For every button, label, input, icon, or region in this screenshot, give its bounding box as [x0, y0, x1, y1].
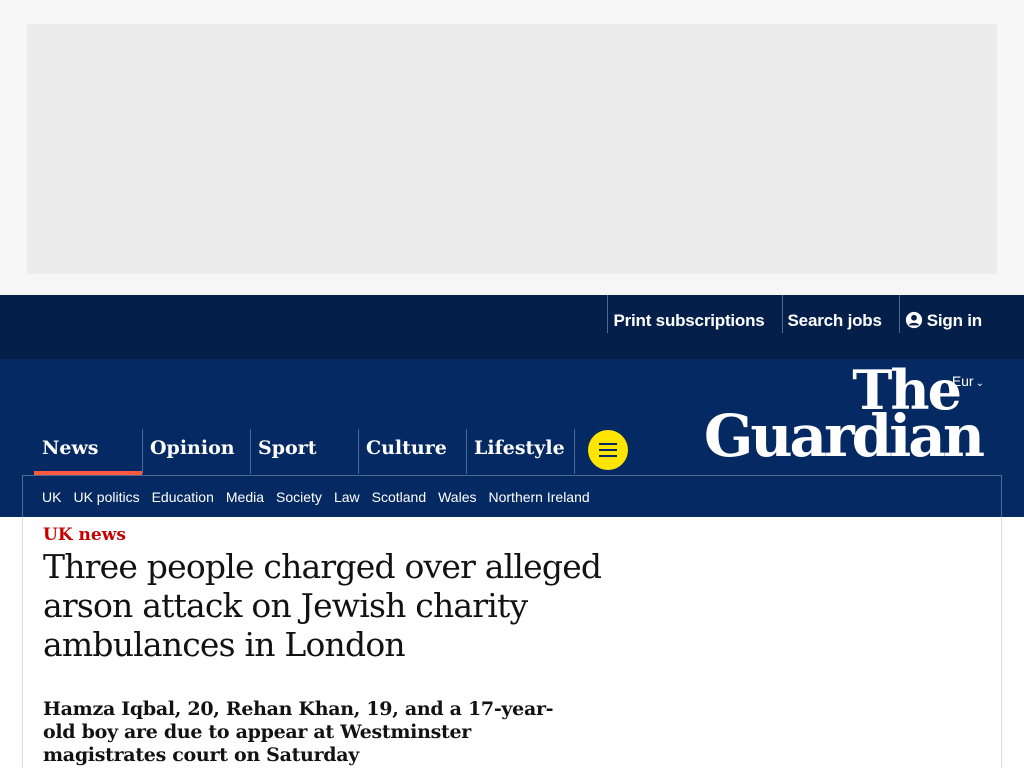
sign-in-link[interactable]: Sign in [898, 295, 1002, 333]
pillar-sport-label: Sport [258, 437, 317, 459]
pillar-news[interactable]: News [34, 429, 142, 475]
masthead: Eur ⌄ The Guardian News Opinion Sport Cul… [0, 359, 1024, 517]
top-bar: Print subscriptions Search jobs Sign in [0, 295, 1024, 359]
logo-line-2: Guardian [703, 402, 985, 470]
hamburger-icon [599, 441, 617, 459]
menu-button[interactable] [588, 430, 628, 470]
pillar-divider [574, 429, 576, 474]
pillar-news-label: News [42, 437, 99, 459]
pillar-opinion[interactable]: Opinion [142, 429, 250, 474]
ad-slot[interactable] [27, 24, 997, 274]
subnav-northern-ireland[interactable]: Northern Ireland [489, 489, 590, 505]
guardian-logo[interactable]: The Guardian [703, 363, 985, 470]
sign-in-label: Sign in [926, 311, 982, 330]
pillar-lifestyle[interactable]: Lifestyle [466, 429, 574, 474]
subnav: UK UK politics Education Media Society L… [22, 475, 1002, 517]
section-kicker[interactable]: UK news [43, 525, 126, 545]
article-standfirst: Hamza Iqbal, 20, Rehan Khan, 19, and a 1… [43, 698, 554, 766]
pillar-sport[interactable]: Sport [250, 429, 358, 474]
user-icon [905, 311, 922, 329]
article: UK news Three people charged over allege… [22, 517, 1002, 768]
search-jobs-link[interactable]: Search jobs [781, 295, 899, 333]
advertisement-area [0, 0, 1024, 295]
pillar-culture-label: Culture [366, 437, 447, 459]
pillar-lifestyle-label: Lifestyle [474, 437, 565, 459]
article-headline: Three people charged over alleged arson … [43, 547, 602, 664]
pillar-nav: News Opinion Sport Culture Lifestyle [34, 429, 576, 475]
subnav-wales[interactable]: Wales [438, 489, 476, 505]
pillar-culture[interactable]: Culture [358, 429, 466, 474]
print-subscriptions-link[interactable]: Print subscriptions [607, 295, 781, 333]
top-bar-links: Print subscriptions Search jobs Sign in [607, 295, 1002, 333]
pillar-opinion-label: Opinion [150, 437, 235, 459]
subnav-society[interactable]: Society [276, 489, 322, 505]
subnav-law[interactable]: Law [334, 489, 360, 505]
subnav-uk-politics[interactable]: UK politics [73, 489, 139, 505]
print-subscriptions-label: Print subscriptions [613, 311, 765, 330]
subnav-education[interactable]: Education [152, 489, 214, 505]
subnav-media[interactable]: Media [226, 489, 264, 505]
search-jobs-label: Search jobs [787, 311, 882, 330]
subnav-uk[interactable]: UK [42, 489, 61, 505]
subnav-scotland[interactable]: Scotland [372, 489, 426, 505]
